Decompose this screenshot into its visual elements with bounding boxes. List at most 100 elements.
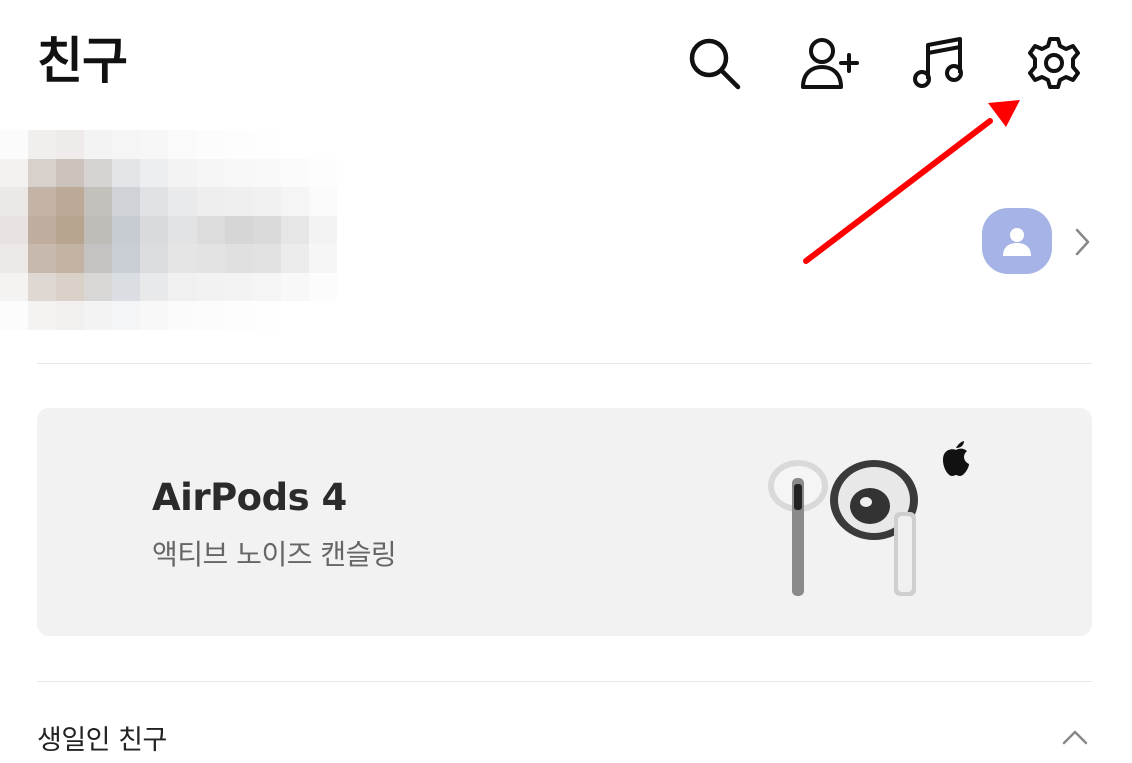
- pixel-block: [224, 301, 253, 330]
- airpods-image: [768, 460, 918, 596]
- pixel-block: [252, 272, 281, 302]
- pixel-block: [84, 215, 113, 245]
- friends-screen: 친구 AirPods 4 액티브 노이즈 캔슬링 생일인 친구: [0, 0, 1132, 763]
- add-friend-button[interactable]: [800, 33, 860, 93]
- pixel-block: [168, 301, 197, 330]
- pixel-block: [84, 244, 113, 273]
- pixel-block: [0, 272, 29, 302]
- pixel-block: [280, 301, 309, 330]
- pixel-block: [224, 158, 253, 188]
- pixel-block: [308, 301, 337, 330]
- pixel-block: [140, 187, 169, 216]
- pixel-block: [0, 244, 29, 273]
- pixel-block: [28, 130, 57, 159]
- pixel-block: [0, 301, 29, 330]
- pixel-block: [280, 187, 309, 216]
- pixel-block: [112, 130, 141, 159]
- pixel-block: [168, 272, 197, 302]
- pixel-block: [336, 158, 365, 188]
- pixel-block: [56, 272, 85, 302]
- divider: [37, 363, 1092, 364]
- pixel-block: [252, 244, 281, 273]
- pixel-block: [84, 272, 113, 302]
- pixel-block: [140, 130, 169, 159]
- pixel-block: [308, 158, 337, 188]
- pixel-block: [56, 301, 85, 330]
- pixel-block: [252, 215, 281, 245]
- music-button[interactable]: [910, 33, 970, 93]
- pixel-block: [280, 215, 309, 245]
- pixel-block: [308, 244, 337, 273]
- add-friend-icon: [801, 38, 859, 89]
- pixel-block: [84, 158, 113, 188]
- settings-button[interactable]: [1024, 33, 1084, 93]
- pixel-block: [56, 130, 85, 159]
- pixel-block: [224, 272, 253, 302]
- person-icon: [1003, 228, 1031, 256]
- pixel-block: [0, 158, 29, 188]
- music-icon: [913, 37, 963, 88]
- birthday-section-title: 생일인 친구: [37, 725, 167, 756]
- ad-banner[interactable]: AirPods 4 액티브 노이즈 캔슬링: [37, 408, 1092, 636]
- pixel-block: [28, 158, 57, 188]
- apple-logo-icon: [943, 441, 969, 476]
- ad-title: AirPods 4: [152, 476, 347, 519]
- pixel-block: [84, 301, 113, 330]
- pixel-block: [168, 130, 197, 159]
- pixel-block: [0, 130, 29, 159]
- pixel-block: [140, 301, 169, 330]
- pixel-block: [308, 187, 337, 216]
- profile-image-blurred[interactable]: [0, 130, 365, 330]
- pixel-block: [140, 215, 169, 245]
- divider: [37, 681, 1092, 682]
- pixel-block: [280, 158, 309, 188]
- pixel-block: [280, 272, 309, 302]
- pixel-block: [56, 158, 85, 188]
- pixel-block: [56, 187, 85, 216]
- pixel-block: [224, 130, 253, 159]
- pixel-block: [224, 244, 253, 273]
- pixel-block: [112, 215, 141, 245]
- pixel-block: [196, 272, 225, 302]
- pixel-block: [168, 187, 197, 216]
- pixel-block: [28, 272, 57, 302]
- pixel-block: [56, 215, 85, 245]
- pixel-block: [336, 187, 365, 216]
- pixel-block: [0, 187, 29, 216]
- pixel-block: [84, 130, 113, 159]
- pixel-block: [56, 244, 85, 273]
- pixel-block: [168, 215, 197, 245]
- settings-icon: [1028, 37, 1080, 89]
- pixel-block: [0, 215, 29, 245]
- pixel-block: [168, 158, 197, 188]
- pixel-block: [28, 301, 57, 330]
- pixel-block: [252, 187, 281, 216]
- pixel-block: [336, 301, 365, 330]
- search-button[interactable]: [684, 33, 744, 93]
- pixel-block: [140, 244, 169, 273]
- pixel-block: [28, 187, 57, 216]
- pixel-block: [196, 244, 225, 273]
- pixel-block: [336, 215, 365, 245]
- pixel-block: [84, 187, 113, 216]
- pixel-block: [196, 301, 225, 330]
- pixel-block: [112, 272, 141, 302]
- pixel-block: [280, 130, 309, 159]
- chevron-up-icon[interactable]: [1060, 722, 1090, 752]
- ad-subtitle: 액티브 노이즈 캔슬링: [152, 538, 397, 571]
- pixel-block: [252, 301, 281, 330]
- avatar[interactable]: [982, 208, 1052, 274]
- pixel-block: [196, 158, 225, 188]
- pixel-block: [336, 272, 365, 302]
- pixel-block: [112, 301, 141, 330]
- pixel-block: [168, 244, 197, 273]
- pixel-block: [308, 215, 337, 245]
- search-icon: [689, 38, 741, 90]
- pixel-block: [140, 158, 169, 188]
- pixel-block: [224, 215, 253, 245]
- pixel-block: [196, 130, 225, 159]
- chevron-right-icon[interactable]: [1070, 226, 1094, 258]
- pixel-block: [140, 272, 169, 302]
- pixel-block: [308, 130, 337, 159]
- pixel-block: [196, 187, 225, 216]
